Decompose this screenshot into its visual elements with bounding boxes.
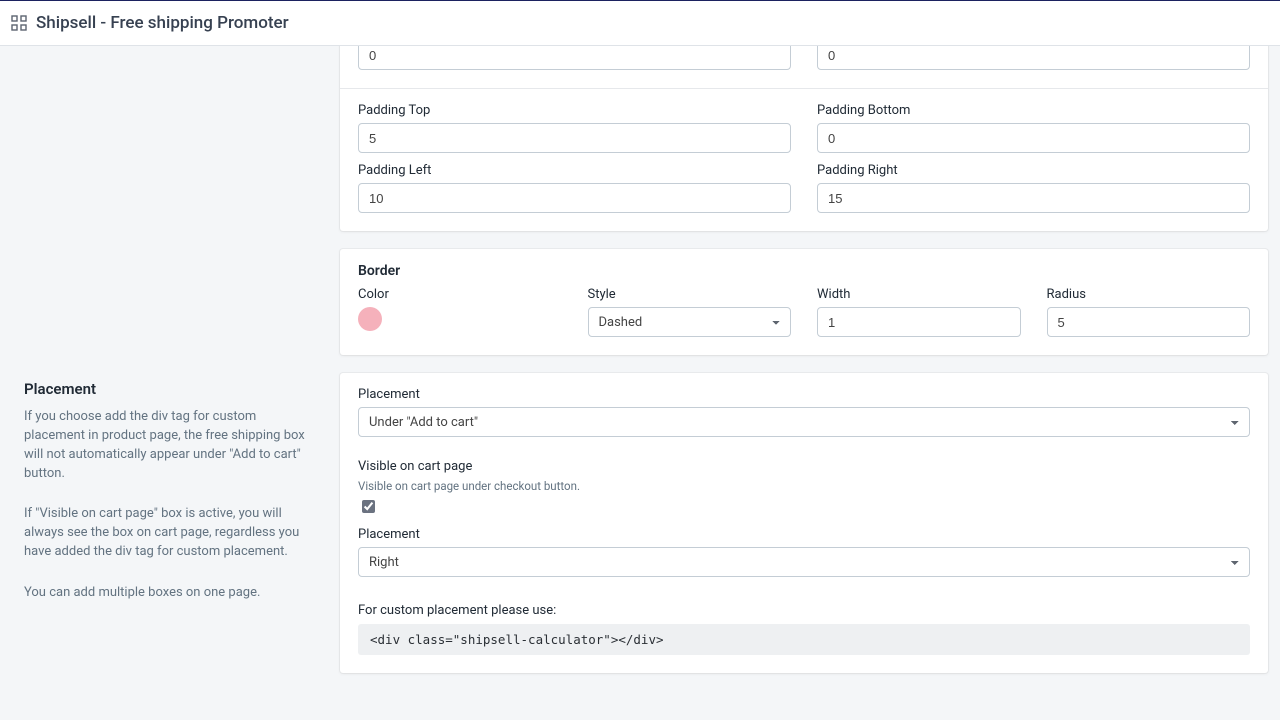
visible-cart-label: Visible on cart page <box>358 459 1250 474</box>
sidebar-heading: Placement <box>24 380 316 398</box>
page-title: Shipsell - Free shipping Promoter <box>36 13 289 33</box>
placement-select-1[interactable]: Under "Add to cart" <box>358 407 1250 437</box>
placement-label-1: Placement <box>358 387 1250 402</box>
border-style-label: Style <box>588 287 792 302</box>
padding-left-label: Padding Left <box>358 163 791 178</box>
sidebar-p3: You can add multiple boxes on one page. <box>24 584 316 603</box>
visible-cart-checkbox[interactable] <box>362 500 375 513</box>
custom-placement-label: For custom placement please use: <box>358 603 1250 618</box>
border-color-label: Color <box>358 287 562 302</box>
padding-bottom-input[interactable] <box>817 123 1250 153</box>
margin-left-input[interactable] <box>358 46 791 70</box>
placement-select-2[interactable]: Right <box>358 547 1250 577</box>
placement-card: Placement Under "Add to cart" Visible on… <box>340 373 1268 673</box>
border-color-swatch[interactable] <box>358 307 382 331</box>
sidebar: Placement If you choose add the div tag … <box>0 46 340 720</box>
border-style-select[interactable]: Dashed <box>588 307 792 337</box>
visible-cart-hint: Visible on cart page under checkout butt… <box>358 479 1250 493</box>
border-radius-label: Radius <box>1047 287 1251 302</box>
padding-top-input[interactable] <box>358 123 791 153</box>
border-width-label: Width <box>817 287 1021 302</box>
sidebar-p1: If you choose add the div tag for custom… <box>24 408 316 483</box>
margin-right-input[interactable] <box>817 46 1250 70</box>
padding-right-input[interactable] <box>817 183 1250 213</box>
content-area: Placement If you choose add the div tag … <box>0 46 1280 720</box>
placement-label-2: Placement <box>358 527 1250 542</box>
padding-top-label: Padding Top <box>358 103 791 118</box>
padding-left-input[interactable] <box>358 183 791 213</box>
border-radius-input[interactable] <box>1047 307 1251 337</box>
border-width-input[interactable] <box>817 307 1021 337</box>
app-grid-icon <box>10 14 28 32</box>
padding-bottom-label: Padding Bottom <box>817 103 1250 118</box>
custom-placement-code: <div class="shipsell-calculator"></div> <box>358 624 1250 655</box>
spacing-card: Padding Top Padding Bottom Padding Left … <box>340 46 1268 231</box>
border-section-title: Border <box>358 263 1250 279</box>
sidebar-p2: If "Visible on cart page" box is active,… <box>24 505 316 562</box>
top-bar: Shipsell - Free shipping Promoter <box>0 0 1280 46</box>
main-panel: Padding Top Padding Bottom Padding Left … <box>340 46 1280 720</box>
border-card: Border Color Style Dashed Width <box>340 249 1268 355</box>
padding-right-label: Padding Right <box>817 163 1250 178</box>
